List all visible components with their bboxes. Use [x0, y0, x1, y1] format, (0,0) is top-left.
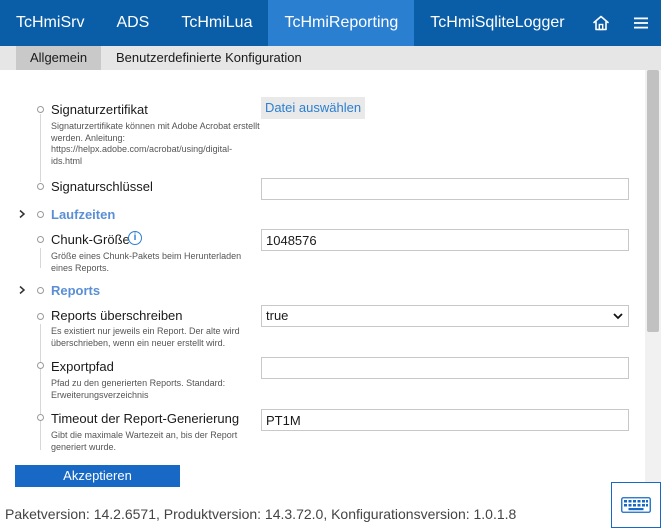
signature-key-label: Signaturschlüssel	[51, 179, 153, 194]
scrollbar-thumb[interactable]	[647, 70, 659, 332]
version-info: Paketversion: 14.2.6571, Produktversion:…	[5, 506, 517, 522]
tab-allgemein[interactable]: Allgemein	[16, 46, 102, 70]
top-navigation: TcHmiSrv ADS TcHmiLua TcHmiReporting TcH…	[0, 0, 661, 46]
overwrite-reports-label: Reports überschreiben	[51, 308, 183, 323]
tab-benutzerdefinierte-konfiguration[interactable]: Benutzerdefinierte Konfiguration	[116, 46, 302, 70]
tree-bullet	[37, 414, 44, 421]
chevron-right-icon[interactable]	[17, 285, 27, 295]
tab-tchmisqlitelogger[interactable]: TcHmiSqliteLogger	[414, 0, 580, 46]
tree-bullet	[37, 236, 44, 243]
signature-key-input[interactable]	[261, 178, 629, 200]
timeout-description: Gibt die maximale Wartezeit an, bis der …	[51, 430, 238, 452]
tree-bullet	[37, 362, 44, 369]
export-path-label: Exportpfad	[51, 359, 114, 374]
signature-cert-description: Signaturzertifikate können mit Adobe Acr…	[51, 121, 260, 166]
chunk-size-input[interactable]	[261, 229, 629, 251]
sub-tab-bar: Allgemein Benutzerdefinierte Konfigurati…	[0, 46, 661, 70]
tab-tchmireporting[interactable]: TcHmiReporting	[268, 0, 415, 46]
home-icon	[592, 15, 609, 31]
info-icon[interactable]: i	[128, 231, 142, 245]
timeout-input[interactable]	[261, 409, 629, 431]
group-reports[interactable]: Reports	[51, 283, 100, 298]
tree-line	[40, 324, 41, 450]
tree-line	[40, 114, 41, 182]
keyboard-icon	[621, 497, 651, 513]
hamburger-menu-icon	[633, 17, 648, 29]
tree-bullet	[37, 211, 44, 218]
tree-bullet	[37, 313, 44, 320]
settings-panel: Signaturzertifikat Signaturzertifikate k…	[0, 70, 645, 482]
overwrite-reports-value: true	[266, 308, 289, 323]
tree-bullet	[37, 106, 44, 113]
chevron-down-icon	[613, 313, 623, 320]
export-path-description: Pfad zu den generierten Reports. Standar…	[51, 378, 226, 400]
group-laufzeiten[interactable]: Laufzeiten	[51, 207, 115, 222]
signature-cert-label: Signaturzertifikat	[51, 102, 148, 117]
choose-file-button[interactable]: Datei auswählen	[261, 97, 365, 119]
home-button[interactable]	[581, 0, 621, 46]
tree-bullet	[37, 183, 44, 190]
chunk-size-description: Größe eines Chunk-Pakets beim Herunterla…	[51, 251, 242, 273]
chunk-size-label: Chunk-Größe	[51, 232, 130, 247]
export-path-input[interactable]	[261, 357, 629, 379]
vertical-scrollbar[interactable]	[645, 70, 661, 482]
overwrite-reports-select[interactable]: true	[261, 305, 629, 327]
tab-tchmilua[interactable]: TcHmiLua	[165, 0, 268, 46]
tab-tchmisrv[interactable]: TcHmiSrv	[0, 0, 100, 46]
timeout-label: Timeout der Report-Generierung	[51, 411, 240, 426]
menu-button[interactable]	[621, 0, 661, 46]
tree-line	[40, 248, 41, 268]
accept-button[interactable]: Akzeptieren	[15, 465, 180, 487]
tree-bullet	[37, 287, 44, 294]
keyboard-button[interactable]	[611, 482, 661, 528]
overwrite-reports-description: Es existiert nur jeweils ein Report. Der…	[51, 326, 240, 348]
chevron-right-icon[interactable]	[17, 209, 27, 219]
tab-ads[interactable]: ADS	[100, 0, 165, 46]
